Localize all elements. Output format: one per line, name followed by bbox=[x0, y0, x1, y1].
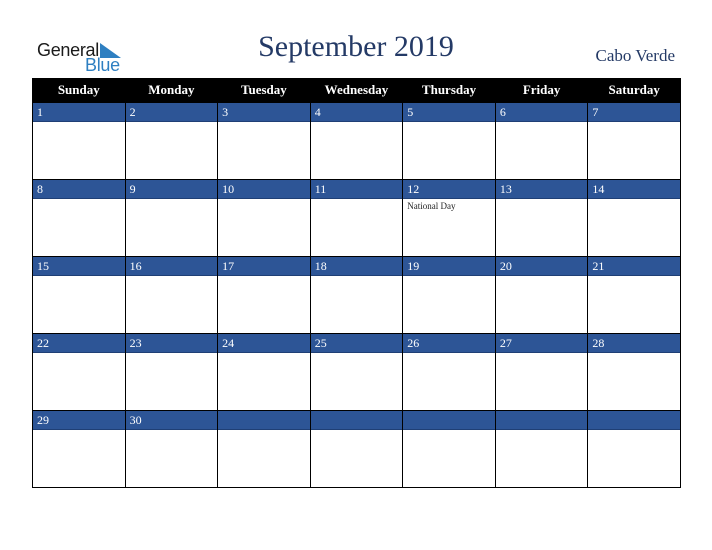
day-cell[interactable]: 10 bbox=[217, 179, 311, 257]
day-cell[interactable]: 5 bbox=[402, 102, 496, 180]
day-number: 1 bbox=[33, 103, 125, 122]
day-cell[interactable]: 23 bbox=[124, 333, 219, 411]
day-number: 30 bbox=[125, 411, 218, 430]
day-number: 13 bbox=[495, 180, 588, 199]
day-cell[interactable]: 1 bbox=[32, 102, 126, 180]
day-cell[interactable] bbox=[587, 410, 681, 488]
day-number: 19 bbox=[403, 257, 495, 276]
day-number: 5 bbox=[403, 103, 495, 122]
day-number: 20 bbox=[495, 257, 588, 276]
weekday-saturday: Saturday bbox=[587, 78, 681, 103]
day-cell[interactable]: 12 National Day bbox=[402, 179, 496, 257]
holiday-label: National Day bbox=[407, 201, 456, 211]
day-number: 23 bbox=[125, 334, 218, 353]
day-cell[interactable]: 20 bbox=[494, 256, 589, 334]
day-cell[interactable]: 9 bbox=[124, 179, 219, 257]
day-cell[interactable]: 29 bbox=[32, 410, 126, 488]
day-cell[interactable]: 17 bbox=[217, 256, 311, 334]
weekday-sunday: Sunday bbox=[32, 78, 126, 103]
day-cell[interactable]: 11 bbox=[309, 179, 404, 257]
day-cell[interactable]: 2 bbox=[124, 102, 219, 180]
weekday-header-row: Sunday Monday Tuesday Wednesday Thursday Frid… bbox=[32, 78, 681, 103]
day-number bbox=[218, 411, 310, 430]
day-number: 7 bbox=[588, 103, 680, 122]
day-cell[interactable]: 7 bbox=[587, 102, 681, 180]
week-row: 1234567 bbox=[32, 102, 681, 180]
day-cell[interactable]: 21 bbox=[587, 256, 681, 334]
day-number: 6 bbox=[495, 103, 588, 122]
day-number bbox=[495, 411, 588, 430]
day-number: 9 bbox=[125, 180, 218, 199]
day-number: 27 bbox=[495, 334, 588, 353]
day-cell[interactable]: 15 bbox=[32, 256, 126, 334]
day-number: 12 bbox=[403, 180, 495, 199]
weekday-friday: Friday bbox=[494, 78, 589, 103]
day-number bbox=[403, 411, 495, 430]
day-number: 28 bbox=[588, 334, 680, 353]
day-number: 18 bbox=[310, 257, 403, 276]
calendar-grid: Sunday Monday Tuesday Wednesday Thursday Frid… bbox=[32, 78, 681, 488]
day-cell[interactable] bbox=[309, 410, 404, 488]
day-number: 17 bbox=[218, 257, 310, 276]
day-cell[interactable]: 8 bbox=[32, 179, 126, 257]
day-number: 2 bbox=[125, 103, 218, 122]
day-cell[interactable]: 22 bbox=[32, 333, 126, 411]
weekday-tuesday: Tuesday bbox=[217, 78, 311, 103]
day-number: 10 bbox=[218, 180, 310, 199]
weekday-wednesday: Wednesday bbox=[309, 78, 404, 103]
day-number: 26 bbox=[403, 334, 495, 353]
day-cell[interactable]: 19 bbox=[402, 256, 496, 334]
day-number bbox=[588, 411, 680, 430]
weekday-thursday: Thursday bbox=[402, 78, 496, 103]
day-number: 25 bbox=[310, 334, 403, 353]
day-number: 15 bbox=[33, 257, 125, 276]
day-number: 16 bbox=[125, 257, 218, 276]
day-number: 21 bbox=[588, 257, 680, 276]
day-number: 4 bbox=[310, 103, 403, 122]
day-number: 22 bbox=[33, 334, 125, 353]
day-number: 14 bbox=[588, 180, 680, 199]
country-label: Cabo Verde bbox=[595, 46, 675, 65]
day-number: 8 bbox=[33, 180, 125, 199]
week-row: 29 30 bbox=[32, 410, 681, 488]
day-number: 11 bbox=[310, 180, 403, 199]
day-number bbox=[310, 411, 403, 430]
day-cell[interactable] bbox=[402, 410, 496, 488]
day-cell[interactable]: 25 bbox=[309, 333, 404, 411]
day-cell[interactable]: 14 bbox=[587, 179, 681, 257]
day-cell[interactable]: 6 bbox=[494, 102, 589, 180]
day-number: 29 bbox=[33, 411, 125, 430]
weekday-monday: Monday bbox=[124, 78, 219, 103]
day-cell[interactable]: 30 bbox=[124, 410, 219, 488]
day-cell[interactable]: 27 bbox=[494, 333, 589, 411]
day-cell[interactable] bbox=[494, 410, 589, 488]
day-cell[interactable]: 26 bbox=[402, 333, 496, 411]
day-cell[interactable]: 4 bbox=[309, 102, 404, 180]
week-row: 15 16 17 18 19 20 21 bbox=[32, 256, 681, 334]
day-cell[interactable]: 28 bbox=[587, 333, 681, 411]
day-cell[interactable]: 13 bbox=[494, 179, 589, 257]
week-row: 8 9 10 11 12 National Day 13 14 bbox=[32, 179, 681, 257]
day-cell[interactable]: 24 bbox=[217, 333, 311, 411]
day-cell[interactable] bbox=[217, 410, 311, 488]
day-number: 24 bbox=[218, 334, 310, 353]
day-cell[interactable]: 16 bbox=[124, 256, 219, 334]
day-number: 3 bbox=[218, 103, 310, 122]
day-cell[interactable]: 3 bbox=[217, 102, 311, 180]
week-row: 22 23 24 25 26 27 28 bbox=[32, 333, 681, 411]
day-cell[interactable]: 18 bbox=[309, 256, 404, 334]
